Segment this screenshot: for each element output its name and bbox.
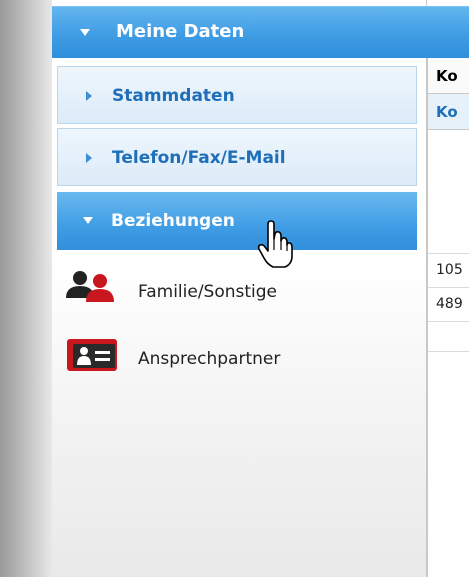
left-shade (0, 0, 52, 577)
item-familie-sonstige[interactable]: Familie/Sonstige (60, 266, 420, 316)
contact-card-icon (64, 335, 120, 379)
section-label: Beziehungen (111, 211, 235, 231)
table-row[interactable] (428, 322, 469, 352)
section-stammdaten[interactable]: Stammdaten (57, 66, 417, 124)
section-label: Telefon/Fax/E-Mail (112, 148, 286, 168)
triangle-right-icon (86, 91, 92, 101)
triangle-down-icon (83, 217, 93, 224)
item-label: Familie/Sonstige (138, 282, 278, 302)
table-header-cell[interactable]: Ko (428, 94, 469, 130)
table-header-cell[interactable]: Ko (428, 58, 469, 94)
table-row[interactable]: 105 (428, 254, 469, 288)
section-label: Stammdaten (112, 86, 235, 106)
table-row[interactable]: 489 (428, 288, 469, 322)
header-title: Meine Daten (116, 21, 245, 42)
section-beziehungen[interactable]: Beziehungen (57, 192, 417, 250)
triangle-right-icon (86, 153, 92, 163)
hand-cursor-icon (255, 220, 295, 270)
meine-daten-header[interactable]: Meine Daten (52, 6, 469, 58)
table-row[interactable] (428, 130, 469, 254)
data-table: Ko Ko 105 489 (427, 58, 469, 577)
item-ansprechpartner[interactable]: Ansprechpartner (60, 333, 420, 383)
family-icon (64, 268, 118, 308)
section-telefon-fax-email[interactable]: Telefon/Fax/E-Mail (57, 128, 417, 186)
triangle-down-icon (80, 29, 90, 36)
item-label: Ansprechpartner (138, 349, 281, 369)
